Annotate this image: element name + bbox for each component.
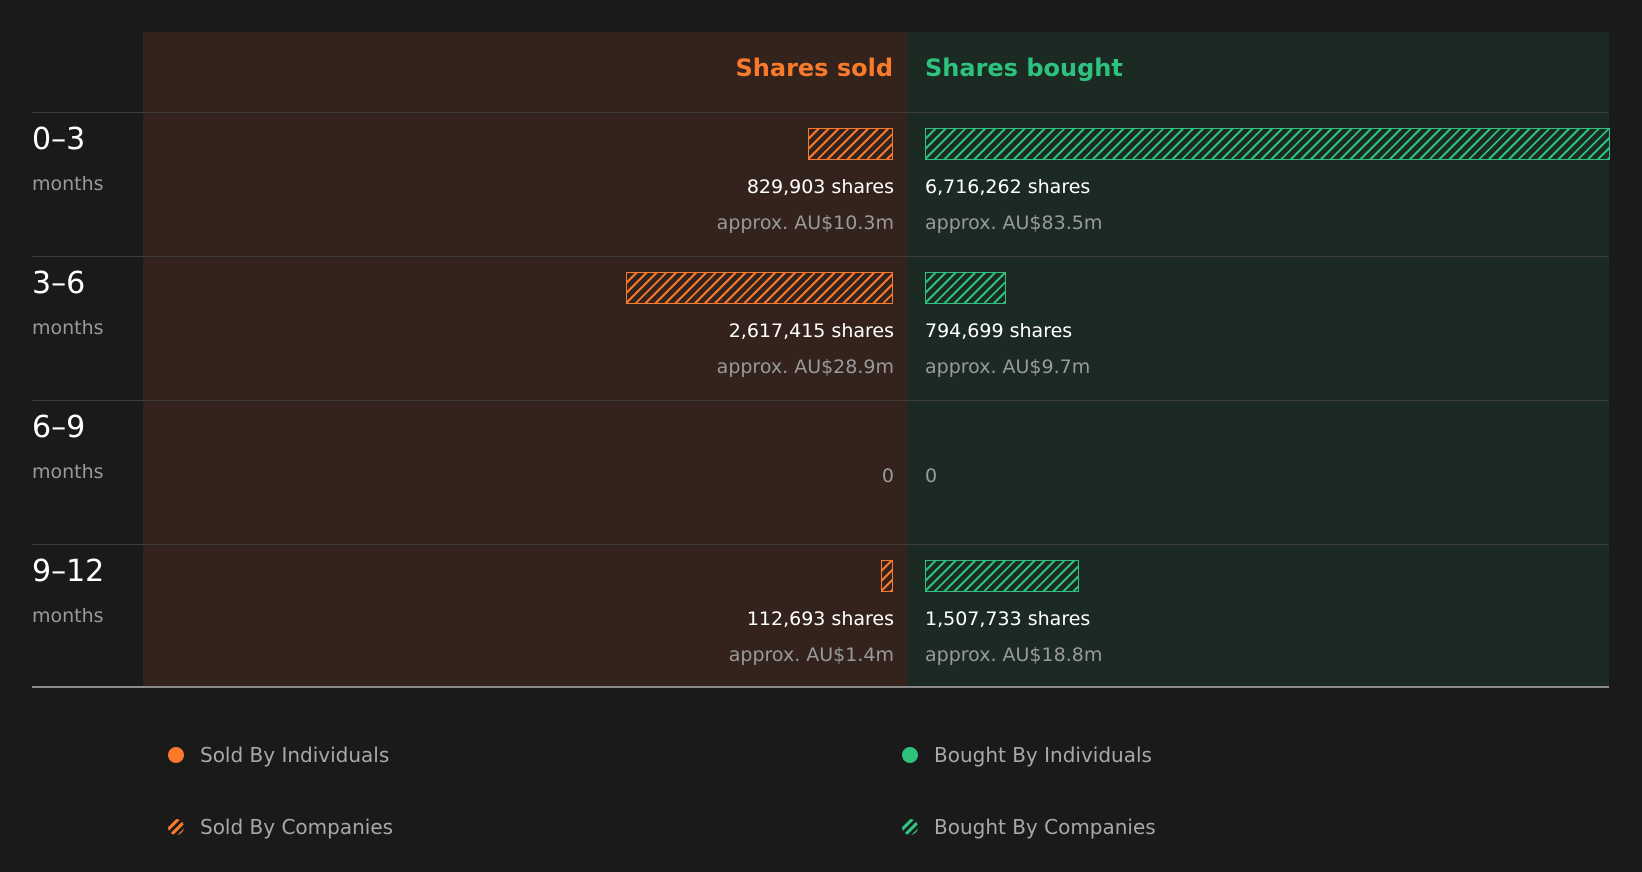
legend-item-bought-companies: Bought By Companies bbox=[902, 815, 1156, 839]
sold-bar bbox=[626, 272, 893, 304]
period-unit: months bbox=[32, 605, 104, 627]
sold-bar bbox=[808, 128, 893, 160]
bought-shares-label: 794,699 shares bbox=[925, 320, 1073, 342]
legend-label: Bought By Companies bbox=[934, 815, 1156, 839]
legend-item-sold-companies: Sold By Companies bbox=[168, 815, 393, 839]
bought-value-label: approx. AU$9.7m bbox=[925, 356, 1091, 378]
row-divider bbox=[32, 112, 1609, 113]
sold-shares-label: 829,903 shares bbox=[746, 176, 894, 198]
period-unit: months bbox=[32, 173, 104, 195]
bought-bar bbox=[925, 272, 1007, 304]
sold-shares-label: 2,617,415 shares bbox=[728, 320, 894, 342]
solid-dot-icon bbox=[902, 747, 918, 763]
legend-item-bought-individuals: Bought By Individuals bbox=[902, 743, 1152, 767]
solid-dot-icon bbox=[168, 747, 184, 763]
bought-bar bbox=[925, 560, 1079, 592]
period-label: 3–6 bbox=[32, 266, 86, 301]
bought-value-label: approx. AU$83.5m bbox=[925, 212, 1103, 234]
bought-bar bbox=[925, 128, 1610, 160]
row-divider bbox=[32, 544, 1609, 545]
legend-label: Sold By Individuals bbox=[200, 743, 390, 767]
period-unit: months bbox=[32, 317, 104, 339]
sold-value-label: approx. AU$10.3m bbox=[716, 212, 894, 234]
shares-sold-header: Shares sold bbox=[735, 54, 894, 82]
bought-shares-label: 1,507,733 shares bbox=[925, 608, 1091, 630]
sold-bar bbox=[881, 560, 893, 592]
period-label: 6–9 bbox=[32, 410, 86, 445]
period-unit: months bbox=[32, 461, 104, 483]
hatched-dot-icon bbox=[902, 819, 918, 835]
bought-shares-label: 6,716,262 shares bbox=[925, 176, 1091, 198]
legend-item-sold-individuals: Sold By Individuals bbox=[168, 743, 389, 767]
period-label: 9–12 bbox=[32, 554, 105, 589]
sold-value-label: approx. AU$28.9m bbox=[716, 356, 894, 378]
sold-shares-label: 112,693 shares bbox=[746, 608, 894, 630]
shares-bought-header: Shares bought bbox=[925, 54, 1123, 82]
sold-zero-label: 0 bbox=[881, 465, 894, 487]
bought-zero-label: 0 bbox=[925, 465, 938, 487]
hatched-dot-icon bbox=[168, 819, 184, 835]
legend-label: Sold By Companies bbox=[200, 815, 394, 839]
chart-bottom-rule bbox=[32, 686, 1609, 688]
row-divider bbox=[32, 400, 1609, 401]
legend-label: Bought By Individuals bbox=[934, 743, 1152, 767]
bought-value-label: approx. AU$18.8m bbox=[925, 644, 1103, 666]
period-label: 0–3 bbox=[32, 122, 86, 157]
row-divider bbox=[32, 256, 1609, 257]
sold-value-label: approx. AU$1.4m bbox=[728, 644, 894, 666]
